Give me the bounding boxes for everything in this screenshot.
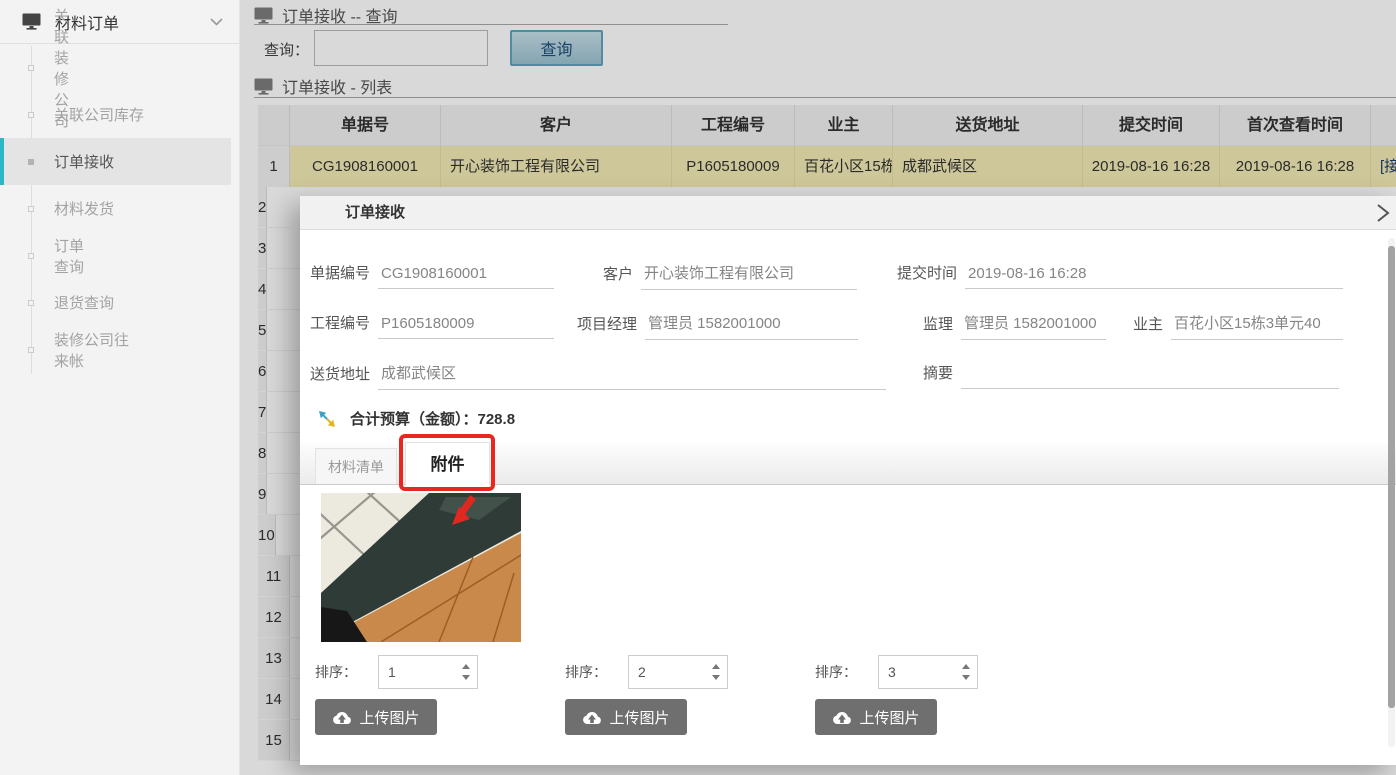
upload-image-button[interactable]: 上传图片 — [315, 699, 437, 735]
tab[interactable]: 材料清单 — [315, 448, 397, 484]
field-label: 客户 — [603, 263, 633, 290]
upload-image-label: 上传图片 — [359, 707, 419, 728]
sort-label: 排序： — [315, 662, 378, 682]
sort-label: 排序： — [565, 662, 628, 682]
sidebar-item-label: 订单查询 — [54, 235, 98, 277]
spinner-down-icon[interactable] — [462, 675, 470, 680]
upload-image-label: 上传图片 — [859, 707, 919, 728]
field-owner: 业主 百花小区15栋3单元40 — [1133, 312, 1343, 340]
sidebar-item[interactable]: 退货查询 — [0, 279, 190, 326]
tree-bullet-icon — [28, 65, 34, 71]
attachment-group: 排序： 上 — [565, 655, 815, 735]
field-label: 监理 — [923, 313, 953, 340]
field-project-manager: 项目经理 管理员 1582001000 — [577, 312, 858, 340]
sidebar-item[interactable]: 装修公司往来帐 — [0, 326, 137, 373]
main-content: 订单接收 -- 查询 查询： 查询 订单接收 - 列表 单据号 客户 工程编号 … — [240, 0, 1396, 775]
upload-image-button[interactable]: 上传图片 — [815, 699, 937, 735]
sidebar-menu: 关联装修公司 关联公司库存 订单接收 材料发货 订单查询 — [0, 44, 239, 373]
field-label: 送货地址 — [310, 363, 370, 390]
total-budget-text: 合计预算（金额）：728.8 — [350, 408, 515, 429]
sort-spinner — [628, 655, 728, 689]
sidebar-item[interactable]: 关联公司库存 — [0, 91, 151, 138]
field-value[interactable] — [961, 367, 1339, 389]
attachments-controls: 排序： 上 — [315, 655, 1065, 735]
field-label: 业主 — [1133, 313, 1163, 340]
tree-bullet-icon — [28, 253, 34, 259]
expand-arrows-icon[interactable] — [318, 410, 336, 428]
sidebar-item-label: 装修公司往来帐 — [54, 329, 137, 371]
modal-title: 订单接收 — [345, 196, 1396, 230]
sort-input[interactable] — [379, 656, 447, 688]
field-value[interactable]: 成都武候区 — [378, 362, 886, 390]
sort-spinner — [878, 655, 978, 689]
field-summary: 摘要 — [923, 362, 1339, 389]
tree-bullet-icon — [28, 112, 34, 118]
sidebar-item[interactable]: 关联装修公司 — [0, 44, 32, 91]
sidebar-item[interactable]: 材料发货 — [0, 185, 123, 232]
field-value[interactable]: 管理员 1582001000 — [961, 312, 1106, 340]
sidebar-item-label: 材料发货 — [54, 198, 114, 219]
sidebar-header[interactable]: 材料订单 — [0, 0, 239, 44]
field-order-no: 单据编号 CG1908160001 — [310, 262, 554, 289]
field-customer: 客户 开心装饰工程有限公司 — [603, 262, 857, 290]
sort-label: 排序： — [815, 662, 878, 682]
field-value[interactable]: 百花小区15栋3单元40 — [1171, 312, 1343, 340]
sidebar-item[interactable]: 订单查询 — [0, 232, 98, 279]
tab[interactable]: 附件 — [405, 442, 490, 485]
chevron-down-icon[interactable] — [210, 18, 223, 26]
cloud-upload-icon — [832, 710, 852, 725]
sidebar-item[interactable]: 订单接收 — [0, 138, 231, 185]
cloud-upload-icon — [332, 710, 352, 725]
spinner-up-icon[interactable] — [962, 664, 970, 669]
field-label: 项目经理 — [577, 313, 637, 340]
sort-input[interactable] — [629, 656, 697, 688]
modal-scrollbar-thumb[interactable] — [1388, 246, 1395, 708]
upload-image-button[interactable]: 上传图片 — [565, 699, 687, 735]
tree-bullet-icon — [28, 347, 34, 353]
tab-bar: 材料清单 附件 — [300, 443, 1396, 485]
field-supervisor: 监理 管理员 1582001000 — [923, 312, 1106, 340]
spinner-up-icon[interactable] — [712, 664, 720, 669]
field-label: 单据编号 — [310, 262, 370, 289]
upload-image-label: 上传图片 — [609, 707, 669, 728]
spinner-down-icon[interactable] — [962, 675, 970, 680]
monitor-icon — [22, 13, 41, 30]
tree-bullet-icon — [28, 159, 34, 165]
attachment-group: 排序： 上 — [815, 655, 1065, 735]
sidebar-item-label: 关联公司库存 — [54, 104, 144, 125]
modal-scrollbar-track[interactable] — [1388, 238, 1395, 747]
field-submit-time: 提交时间 2019-08-16 16:28 — [897, 262, 1343, 289]
tree-bullet-icon — [28, 300, 34, 306]
sidebar-item-label: 订单接收 — [54, 151, 114, 172]
field-label: 摘要 — [923, 362, 953, 389]
field-label: 工程编号 — [310, 312, 370, 339]
field-label: 提交时间 — [897, 262, 957, 289]
cloud-upload-icon — [582, 710, 602, 725]
field-value[interactable]: CG1908160001 — [378, 265, 554, 289]
field-delivery-address: 送货地址 成都武候区 — [310, 362, 886, 390]
order-receive-modal: 订单接收 单据编号 CG1908160001 客户 开心装饰工程有限公司 提交时… — [300, 196, 1396, 765]
sort-input[interactable] — [879, 656, 947, 688]
total-budget-row: 合计预算（金额）：728.8 — [318, 408, 515, 429]
field-value[interactable]: 开心装饰工程有限公司 — [641, 262, 857, 290]
field-value[interactable]: 2019-08-16 16:28 — [965, 265, 1343, 289]
field-project-no: 工程编号 P1605180009 — [310, 312, 554, 339]
sort-spinner — [378, 655, 478, 689]
attachment-photo-thumbnail[interactable] — [321, 493, 521, 642]
attachment-group: 排序： 上 — [315, 655, 565, 735]
field-value[interactable]: P1605180009 — [378, 315, 554, 339]
spinner-down-icon[interactable] — [712, 675, 720, 680]
modal-header: 订单接收 — [300, 196, 1396, 230]
tree-bullet-icon — [28, 206, 34, 212]
sidebar-item-label: 退货查询 — [54, 292, 114, 313]
chevron-right-icon[interactable] — [1373, 203, 1393, 223]
spinner-up-icon[interactable] — [462, 664, 470, 669]
sidebar: 材料订单 关联装修公司 关联公司库存 订单接收 材料发货 — [0, 0, 240, 775]
field-value[interactable]: 管理员 1582001000 — [645, 312, 858, 340]
